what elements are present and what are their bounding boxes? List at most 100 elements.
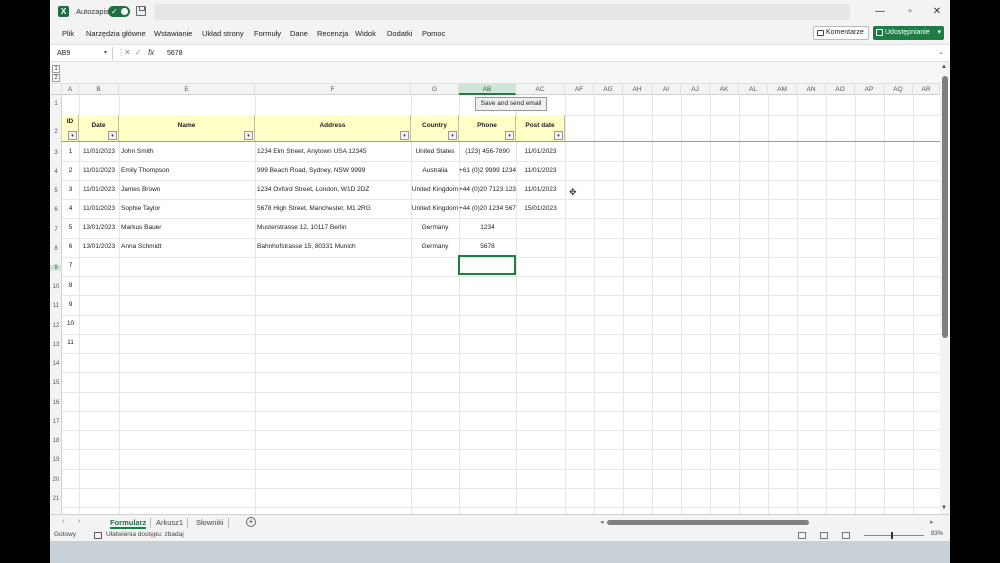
zoom-slider-knob[interactable] xyxy=(891,532,893,539)
cell-name[interactable]: Sophie Taylor xyxy=(119,199,255,218)
cell-country[interactable]: United Kingdom xyxy=(411,180,459,199)
cell-id[interactable]: 7 xyxy=(62,256,79,275)
column-header[interactable]: AJ xyxy=(681,84,710,95)
cell-address[interactable]: 999 Beach Road, Sydney, NSW 9999 xyxy=(255,161,411,180)
chevron-down-icon[interactable]: ⌄ xyxy=(938,48,944,56)
filter-dropdown-icon[interactable]: ▾ xyxy=(68,131,77,140)
cell-id[interactable]: 9 xyxy=(62,295,79,314)
column-header[interactable]: B xyxy=(79,84,119,95)
name-box[interactable]: AB9 ▾ xyxy=(54,47,108,60)
next-sheet-icon[interactable]: › xyxy=(78,518,80,525)
filter-dropdown-icon[interactable]: ▾ xyxy=(108,131,117,140)
row-header[interactable]: 18 xyxy=(50,438,62,444)
cell-address[interactable]: Musterstrasse 12, 10117 Berlin xyxy=(255,218,411,237)
cell-date[interactable]: 11/01/2023 xyxy=(79,180,119,199)
column-header[interactable]: AO xyxy=(826,84,855,95)
column-header[interactable]: F xyxy=(255,84,411,95)
row-header[interactable]: 3 xyxy=(50,150,62,156)
row-header[interactable]: 16 xyxy=(50,400,62,406)
cell-phone[interactable]: 1234 xyxy=(459,218,516,237)
scroll-up-icon[interactable]: ▲ xyxy=(941,64,947,70)
cell-id[interactable]: 4 xyxy=(62,199,79,218)
column-header[interactable]: AQ xyxy=(884,84,913,95)
cell-id[interactable]: 8 xyxy=(62,276,79,295)
cell-id[interactable]: 3 xyxy=(62,180,79,199)
row-header[interactable]: 5 xyxy=(50,188,62,194)
column-header[interactable]: G xyxy=(411,84,459,95)
cell-post-date[interactable]: 15/01/2023 xyxy=(516,199,565,218)
cell-post-date[interactable]: 11/01/2023 xyxy=(516,180,565,199)
menu-addins[interactable]: Dodatki xyxy=(387,29,412,38)
cell-id[interactable]: 5 xyxy=(62,218,79,237)
sheet-tab-formularz[interactable]: Formularz xyxy=(110,517,147,529)
row-header-active[interactable]: 9 xyxy=(50,265,62,271)
column-header[interactable]: AH xyxy=(623,84,652,95)
title-search-box[interactable] xyxy=(155,4,850,20)
filter-dropdown-icon[interactable]: ▾ xyxy=(400,131,409,140)
accessibility-status[interactable]: Ułatwienia dostępu: zbadaj xyxy=(106,531,184,538)
prev-sheet-icon[interactable]: ‹ xyxy=(62,518,64,525)
menu-formulas[interactable]: Formuły xyxy=(254,29,281,38)
cell-phone[interactable]: 5678 xyxy=(459,237,516,256)
column-header[interactable]: AC xyxy=(516,84,565,95)
page-layout-view-icon[interactable] xyxy=(820,532,828,539)
row-header[interactable]: 4 xyxy=(50,169,62,175)
menu-view[interactable]: Widok xyxy=(355,29,376,38)
row-header[interactable]: 6 xyxy=(50,207,62,213)
row-header[interactable]: 15 xyxy=(50,380,62,386)
cell-country[interactable]: Germany xyxy=(411,237,459,256)
selected-cell-highlight[interactable] xyxy=(458,255,516,275)
cell-date[interactable]: 11/01/2023 xyxy=(79,142,119,161)
cell-date[interactable]: 13/01/2023 xyxy=(79,237,119,256)
column-header[interactable]: AL xyxy=(739,84,768,95)
column-header[interactable]: AP xyxy=(855,84,884,95)
menu-page-layout[interactable]: Układ strony xyxy=(202,29,244,38)
cell-address[interactable]: 1234 Elm Street, Anytown USA 12345 xyxy=(255,142,411,161)
menu-plik[interactable]: Plik xyxy=(62,29,74,38)
cell-country[interactable]: Germany xyxy=(411,218,459,237)
column-header[interactable]: AM xyxy=(768,84,797,95)
row-header[interactable]: 12 xyxy=(50,323,62,329)
row-header[interactable]: 21 xyxy=(50,496,62,502)
cell-post-date[interactable]: 11/01/2023 xyxy=(516,142,565,161)
cell-phone[interactable]: (123) 456-7890 xyxy=(459,142,516,161)
cell-id[interactable]: 11 xyxy=(62,333,79,352)
minimize-button[interactable]: — xyxy=(873,5,887,19)
cell-phone[interactable]: +44 (0)20 7123 1234 xyxy=(459,180,516,199)
cell-date[interactable]: 11/01/2023 xyxy=(79,161,119,180)
cell-country[interactable]: United States xyxy=(411,142,459,161)
chevron-down-icon[interactable]: ▾ xyxy=(937,26,941,40)
page-break-view-icon[interactable] xyxy=(842,532,850,539)
column-header[interactable]: AN xyxy=(797,84,826,95)
accessibility-icon[interactable] xyxy=(94,532,102,539)
cell-post-date[interactable]: 11/01/2023 xyxy=(516,161,565,180)
filter-dropdown-icon[interactable]: ▾ xyxy=(244,131,253,140)
cell-id[interactable]: 10 xyxy=(62,314,79,333)
outline-level-2-button[interactable]: 2 xyxy=(52,74,60,82)
cell-name[interactable]: Anna Schmidt xyxy=(119,237,255,256)
cell-id[interactable]: 2 xyxy=(62,161,79,180)
row-header[interactable]: 19 xyxy=(50,457,62,463)
vertical-scrollbar[interactable]: ▲ ▼ xyxy=(940,62,950,514)
select-all-corner[interactable] xyxy=(50,84,62,95)
cell-name[interactable]: Emily Thompson xyxy=(119,161,255,180)
row-header[interactable]: 8 xyxy=(50,246,62,252)
menu-data[interactable]: Dane xyxy=(290,29,308,38)
column-header[interactable]: E xyxy=(119,84,255,95)
restore-button[interactable]: ▫ xyxy=(903,5,917,19)
cell-date[interactable]: 13/01/2023 xyxy=(79,218,119,237)
row-header[interactable]: 7 xyxy=(50,227,62,233)
row-header[interactable]: 20 xyxy=(50,477,62,483)
row-header[interactable]: 2 xyxy=(50,129,62,135)
filter-dropdown-icon[interactable]: ▾ xyxy=(505,131,514,140)
row-header[interactable]: 11 xyxy=(50,303,62,309)
column-header[interactable]: AG xyxy=(594,84,623,95)
close-button[interactable]: ✕ xyxy=(930,5,944,19)
menu-insert[interactable]: Wstawianie xyxy=(154,29,192,38)
column-header[interactable]: AF xyxy=(565,84,594,95)
column-header-active[interactable]: AB xyxy=(459,84,516,95)
normal-view-icon[interactable] xyxy=(798,532,806,539)
filter-dropdown-icon[interactable]: ▾ xyxy=(448,131,457,140)
cell-address[interactable]: 5678 High Street, Manchester, M1 2RG xyxy=(255,199,411,218)
row-header[interactable]: 17 xyxy=(50,419,62,425)
